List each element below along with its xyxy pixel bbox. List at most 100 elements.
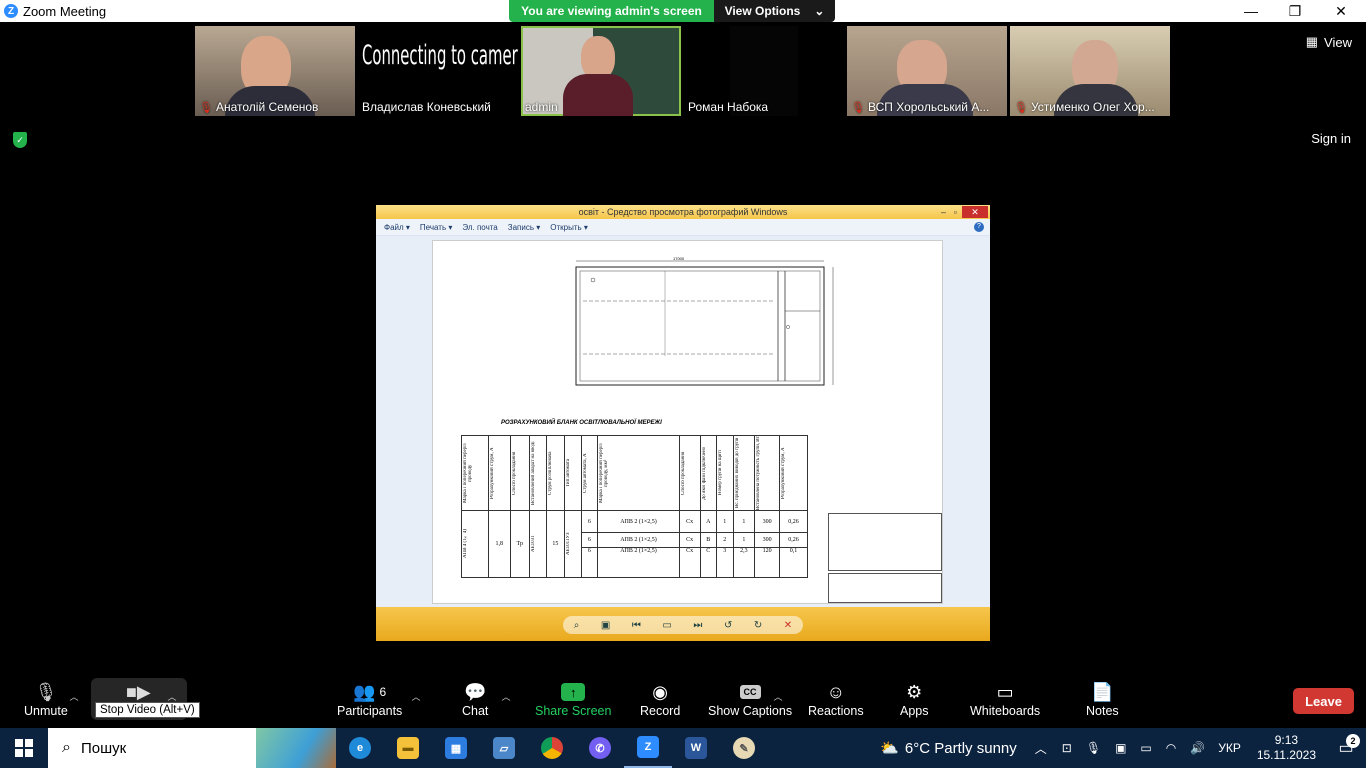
participant-name: 🎙 Анатолій Семенов bbox=[199, 100, 319, 114]
grid-icon: ▦ bbox=[1305, 34, 1319, 49]
viewer-menu-print: Печать ▾ bbox=[419, 222, 453, 232]
participants-count: 6 bbox=[379, 685, 387, 699]
reactions-button[interactable]: ☺ Reactions bbox=[808, 680, 864, 719]
help-icon: ? bbox=[974, 222, 984, 232]
date: 15.11.2023 bbox=[1256, 748, 1316, 762]
record-button[interactable]: ◉ Record bbox=[640, 680, 680, 719]
app-icon[interactable]: ▱ bbox=[480, 728, 528, 768]
spec-table bbox=[828, 513, 942, 571]
record-icon: ◉ bbox=[652, 681, 668, 702]
mic-muted-icon: 🎙 bbox=[1014, 101, 1028, 114]
battery-icon[interactable]: ▭ bbox=[1140, 741, 1151, 755]
notes-button[interactable]: 📄 Notes bbox=[1086, 680, 1119, 719]
search-icon: ⌕ bbox=[62, 739, 71, 756]
security-shield-icon[interactable]: ✓ bbox=[13, 132, 27, 148]
stop-video-tooltip: Stop Video (Alt+V) bbox=[95, 702, 200, 718]
meeting-toolbar bbox=[0, 672, 1366, 728]
captions-icon: CC bbox=[739, 685, 761, 699]
show-captions-label: Show Captions bbox=[708, 704, 793, 718]
display-icon[interactable]: ▣ bbox=[1115, 741, 1126, 755]
share-screen-button[interactable]: ↑ Share Screen bbox=[535, 680, 611, 718]
start-button[interactable] bbox=[0, 728, 48, 768]
previous-icon: ⏮ bbox=[631, 619, 641, 631]
viewer-maximize-icon: ▫ bbox=[953, 207, 957, 217]
whiteboard-icon: ▭ bbox=[996, 681, 1014, 702]
participant-name: 🎙 ВСП Хорольський А... bbox=[851, 100, 990, 114]
table-header-row: Марка і поперечний переріз проводу Розра… bbox=[461, 435, 808, 511]
apps-button[interactable]: ⚙ Apps bbox=[900, 680, 929, 719]
word-icon[interactable]: W bbox=[672, 728, 720, 768]
viewer-close-icon: ✕ bbox=[962, 206, 988, 218]
search-placeholder: Пошук bbox=[80, 739, 127, 757]
rotate-right-icon: ↻ bbox=[753, 619, 763, 631]
volume-icon[interactable]: 🔊 bbox=[1190, 741, 1205, 755]
system-tray: ⛅ 6°C Partly sunny ︿ ⊡ 🎙 ▣ ▭ ◠ 🔊 УКР 9:1… bbox=[880, 728, 1366, 768]
chat-button[interactable]: 💬 Chat bbox=[462, 680, 489, 719]
microphone-icon[interactable]: 🎙 bbox=[1086, 741, 1101, 755]
share-screen-label: Share Screen bbox=[535, 704, 612, 718]
notification-count: 2 bbox=[1346, 734, 1360, 748]
dimension-label: 17000 bbox=[673, 256, 685, 261]
weather-widget[interactable]: ⛅ 6°C Partly sunny bbox=[880, 739, 1017, 758]
participant-tile[interactable]: 🎙 Анатолій Семенов bbox=[195, 26, 355, 116]
drawing-sheet: 17000 РОЗРАХУНКОВИЙ БЛАНК ОСВІТЛЮВАЛЬНОЇ… bbox=[432, 240, 943, 604]
participant-body bbox=[563, 74, 633, 116]
notifications-button[interactable]: ▭ 2 bbox=[1326, 734, 1366, 758]
apps-label: Apps bbox=[900, 704, 929, 718]
participant-name: Роман Набока bbox=[688, 100, 769, 114]
edge-icon[interactable]: e bbox=[336, 728, 384, 768]
slideshow-icon: ▭ bbox=[662, 619, 672, 631]
drawing-caption: РОЗРАХУНКОВИЙ БЛАНК ОСВІТЛЮВАЛЬНОЇ МЕРЕЖ… bbox=[501, 420, 662, 426]
chrome-icon[interactable] bbox=[528, 728, 576, 768]
chat-icon: 💬 bbox=[463, 681, 487, 702]
app-title: Zoom Meeting bbox=[23, 3, 107, 19]
minimize-button[interactable]: — bbox=[1228, 0, 1274, 22]
leave-button[interactable]: Leave bbox=[1293, 688, 1354, 714]
view-label: View bbox=[1324, 34, 1352, 50]
chevron-up-icon: ︿ bbox=[69, 692, 79, 702]
language-indicator[interactable]: УКР bbox=[1218, 741, 1241, 755]
participant-tile[interactable]: 🎙 ВСП Хорольський А... bbox=[847, 26, 1007, 116]
video-camera-icon: ■▶ bbox=[126, 681, 151, 702]
viewer-controls-bar: ⌕ ▣ ⏮ ▭ ⏭ ↺ ↻ ✕ bbox=[376, 607, 990, 641]
paint-icon[interactable]: ✎ bbox=[720, 728, 768, 768]
view-options-button[interactable]: View Options ⌄ bbox=[714, 0, 835, 22]
unmute-button[interactable]: 🎙 Unmute bbox=[24, 680, 68, 719]
shared-screen: освіт - Средство просмотра фотографий Wi… bbox=[376, 205, 990, 641]
weather-icon: ⛅ bbox=[880, 740, 899, 757]
participant-tile[interactable]: Connecting to camera... Владислав Коневс… bbox=[358, 26, 518, 116]
participants-button[interactable]: 👥 6 Participants bbox=[337, 680, 403, 719]
chevron-down-icon: ⌄ bbox=[814, 4, 825, 18]
participant-tile[interactable]: Роман Набока bbox=[684, 26, 844, 116]
restore-button[interactable]: ❐ bbox=[1272, 0, 1318, 22]
store-icon[interactable]: ▦ bbox=[432, 728, 480, 768]
participant-name: 🎙 Устименко Олег Хор... bbox=[1014, 100, 1155, 114]
viewer-menu-email: Эл. почта bbox=[462, 222, 498, 232]
wifi-icon[interactable]: ◠ bbox=[1166, 741, 1176, 755]
next-icon: ⏭ bbox=[693, 619, 703, 631]
sign-in-link[interactable]: Sign in bbox=[1311, 131, 1351, 146]
apps-icon: ⚙ bbox=[906, 681, 923, 702]
chat-label: Chat bbox=[462, 704, 489, 718]
participants-label: Participants bbox=[337, 704, 403, 718]
zoom-taskbar-icon[interactable]: Z bbox=[624, 728, 672, 768]
unmute-label: Unmute bbox=[24, 704, 68, 718]
close-window-button[interactable]: ✕ bbox=[1318, 0, 1364, 22]
viewer-toolbar: ⌕ ▣ ⏮ ▭ ⏭ ↺ ↻ ✕ bbox=[563, 616, 803, 634]
clock[interactable]: 9:13 15.11.2023 bbox=[1257, 733, 1316, 763]
viewer-canvas: 17000 РОЗРАХУНКОВИЙ БЛАНК ОСВІТЛЮВАЛЬНОЇ… bbox=[376, 236, 990, 607]
file-explorer-icon[interactable]: ▬ bbox=[384, 728, 432, 768]
stop-video-button[interactable]: ■▶ bbox=[126, 680, 151, 704]
view-button[interactable]: ▦ View bbox=[1306, 34, 1352, 50]
chevron-up-icon[interactable]: ︿ bbox=[1035, 740, 1047, 757]
meet-now-icon[interactable]: ⊡ bbox=[1062, 741, 1072, 755]
whiteboards-button[interactable]: ▭ Whiteboards bbox=[970, 680, 1040, 719]
participant-tile[interactable]: 🎙 Устименко Олег Хор... bbox=[1010, 26, 1170, 116]
time: 9:13 bbox=[1274, 733, 1299, 747]
notes-icon: 📄 bbox=[1091, 681, 1114, 702]
taskbar-search[interactable]: ⌕ Пошук bbox=[48, 728, 336, 768]
chevron-up-icon: ︿ bbox=[411, 692, 421, 702]
viewer-title-bar: освіт - Средство просмотра фотографий Wi… bbox=[376, 205, 990, 219]
viber-icon[interactable]: ✆ bbox=[576, 728, 624, 768]
participant-tile-active[interactable]: admin bbox=[521, 26, 681, 116]
